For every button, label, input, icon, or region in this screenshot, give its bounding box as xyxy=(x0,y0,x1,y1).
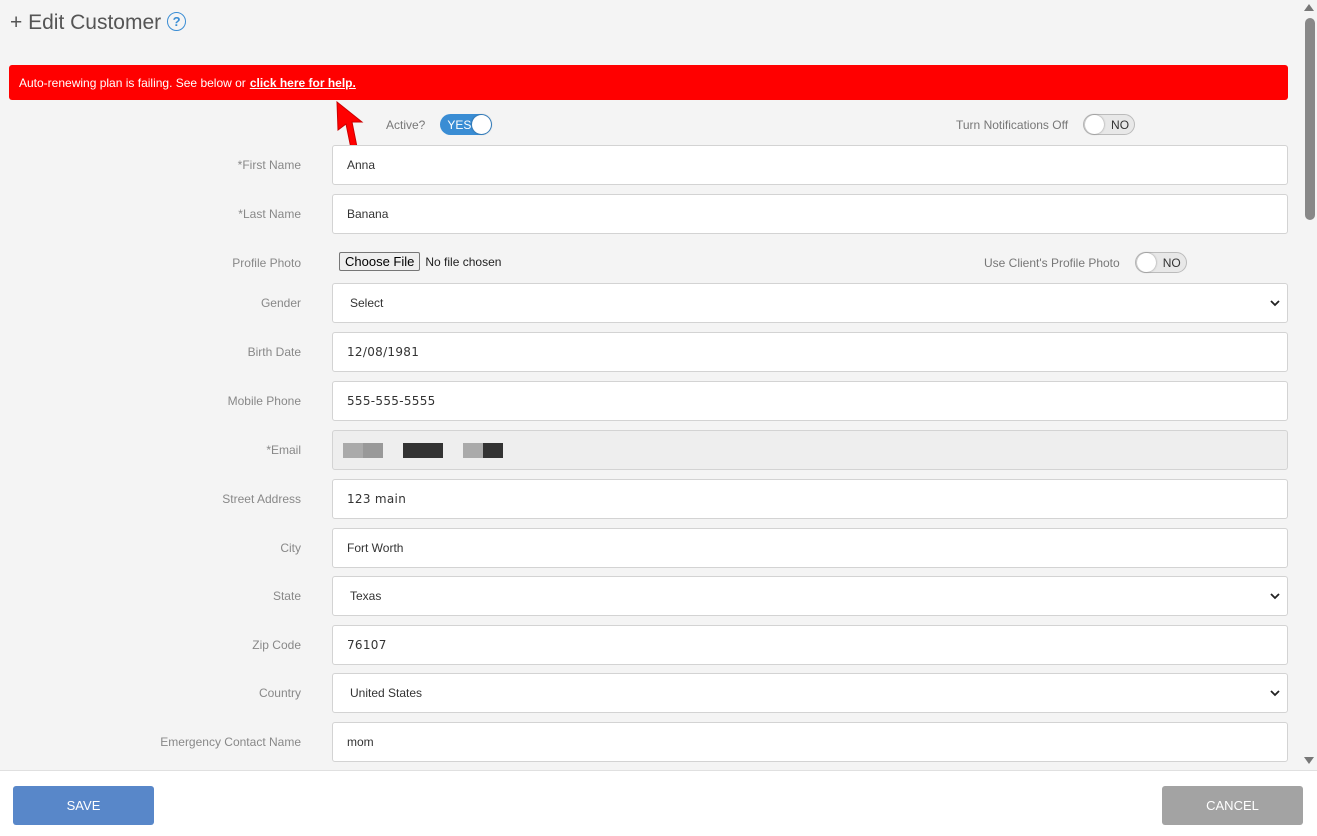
notifications-label: Turn Notifications Off xyxy=(956,117,1069,132)
profile-photo-label: Profile Photo xyxy=(232,256,301,270)
toggle-knob xyxy=(1136,253,1156,272)
scroll-up-arrow-icon[interactable] xyxy=(1304,4,1314,11)
error-alert: Auto-renewing plan is failing. See below… xyxy=(9,65,1288,100)
country-row: Country United States xyxy=(0,673,1300,713)
street-input[interactable]: 123 main xyxy=(332,479,1288,519)
form-footer: SAVE CANCEL xyxy=(0,770,1317,836)
state-value: Texas xyxy=(350,589,382,603)
client-photo-label: Use Client's Profile Photo xyxy=(984,255,1120,270)
active-toggle-state: YES xyxy=(447,117,472,132)
file-picker: Choose File No file chosen xyxy=(339,252,501,271)
page-title: + Edit Customer xyxy=(10,11,162,34)
notifications-toggle[interactable]: NO xyxy=(1083,114,1136,135)
gender-value: Select xyxy=(350,296,384,310)
first-name-label: *First Name xyxy=(237,158,301,172)
gender-select[interactable]: Select xyxy=(332,283,1288,323)
last-name-input[interactable]: Banana xyxy=(332,194,1288,234)
state-select[interactable]: Texas xyxy=(332,576,1288,616)
file-status: No file chosen xyxy=(425,254,502,269)
emergency-contact-row: Emergency Contact Name mom xyxy=(0,722,1300,762)
active-label: Active? xyxy=(386,117,426,132)
first-name-input[interactable]: Anna xyxy=(332,145,1288,185)
state-row: State Texas xyxy=(0,576,1300,616)
last-name-row: *Last Name Banana xyxy=(0,194,1300,234)
toggle-knob xyxy=(472,115,492,134)
active-toggle[interactable]: YES xyxy=(440,114,493,135)
mobile-phone-input[interactable]: 555-555-5555 xyxy=(332,381,1288,421)
cancel-button[interactable]: CANCEL xyxy=(1162,786,1303,825)
client-photo-toggle-row: Use Client's Profile Photo NO xyxy=(984,252,1187,273)
vertical-scrollbar[interactable] xyxy=(1300,0,1317,770)
street-row: Street Address 123 main xyxy=(0,479,1300,519)
help-link[interactable]: click here for help. xyxy=(250,76,356,90)
gender-label: Gender xyxy=(260,296,301,310)
scroll-down-arrow-icon[interactable] xyxy=(1304,757,1314,764)
street-label: Street Address xyxy=(222,492,301,506)
birth-date-label: Birth Date xyxy=(247,345,301,359)
country-label: Country xyxy=(258,686,301,700)
notifications-toggle-state: NO xyxy=(1111,117,1130,132)
mobile-phone-row: Mobile Phone 555-555-5555 xyxy=(0,381,1300,421)
last-name-label: *Last Name xyxy=(238,207,301,221)
choose-file-button[interactable]: Choose File xyxy=(339,252,421,271)
active-toggle-row: Active? YES xyxy=(386,114,493,135)
country-value: United States xyxy=(350,686,423,700)
first-name-row: *First Name Anna xyxy=(0,145,1300,185)
city-row: City Fort Worth xyxy=(0,528,1300,568)
city-label: City xyxy=(280,541,301,555)
client-photo-toggle[interactable]: NO xyxy=(1134,252,1187,273)
zip-row: Zip Code 76107 xyxy=(0,625,1300,665)
chevron-down-icon xyxy=(1270,690,1280,697)
email-input xyxy=(332,430,1288,470)
birth-date-row: Birth Date 12/08/1981 xyxy=(0,332,1300,372)
page-header: + Edit Customer ? xyxy=(10,8,187,38)
notifications-toggle-row: Turn Notifications Off NO xyxy=(956,114,1136,135)
email-row: *Email xyxy=(0,430,1300,470)
chevron-down-icon xyxy=(1270,300,1280,307)
save-button[interactable]: SAVE xyxy=(13,786,154,825)
question-circle-icon[interactable]: ? xyxy=(167,12,187,31)
emergency-contact-input[interactable]: mom xyxy=(332,722,1288,762)
client-photo-toggle-state: NO xyxy=(1162,255,1181,270)
city-input[interactable]: Fort Worth xyxy=(332,528,1288,568)
zip-input[interactable]: 76107 xyxy=(332,625,1288,665)
edit-customer-page: + Edit Customer ? Auto-renewing plan is … xyxy=(0,0,1317,836)
state-label: State xyxy=(272,589,301,603)
birth-date-input[interactable]: 12/08/1981 xyxy=(332,332,1288,372)
redacted-email xyxy=(343,442,503,458)
mobile-phone-label: Mobile Phone xyxy=(227,394,301,408)
scroll-thumb[interactable] xyxy=(1305,18,1315,220)
country-select[interactable]: United States xyxy=(332,673,1288,713)
emergency-contact-label: Emergency Contact Name xyxy=(160,735,301,749)
gender-row: Gender Select xyxy=(0,283,1300,323)
zip-label: Zip Code xyxy=(252,638,301,652)
alert-message: Auto-renewing plan is failing. See below… xyxy=(19,75,246,90)
toggle-knob xyxy=(1085,115,1105,134)
email-label: *Email xyxy=(266,443,301,457)
chevron-down-icon xyxy=(1270,593,1280,600)
